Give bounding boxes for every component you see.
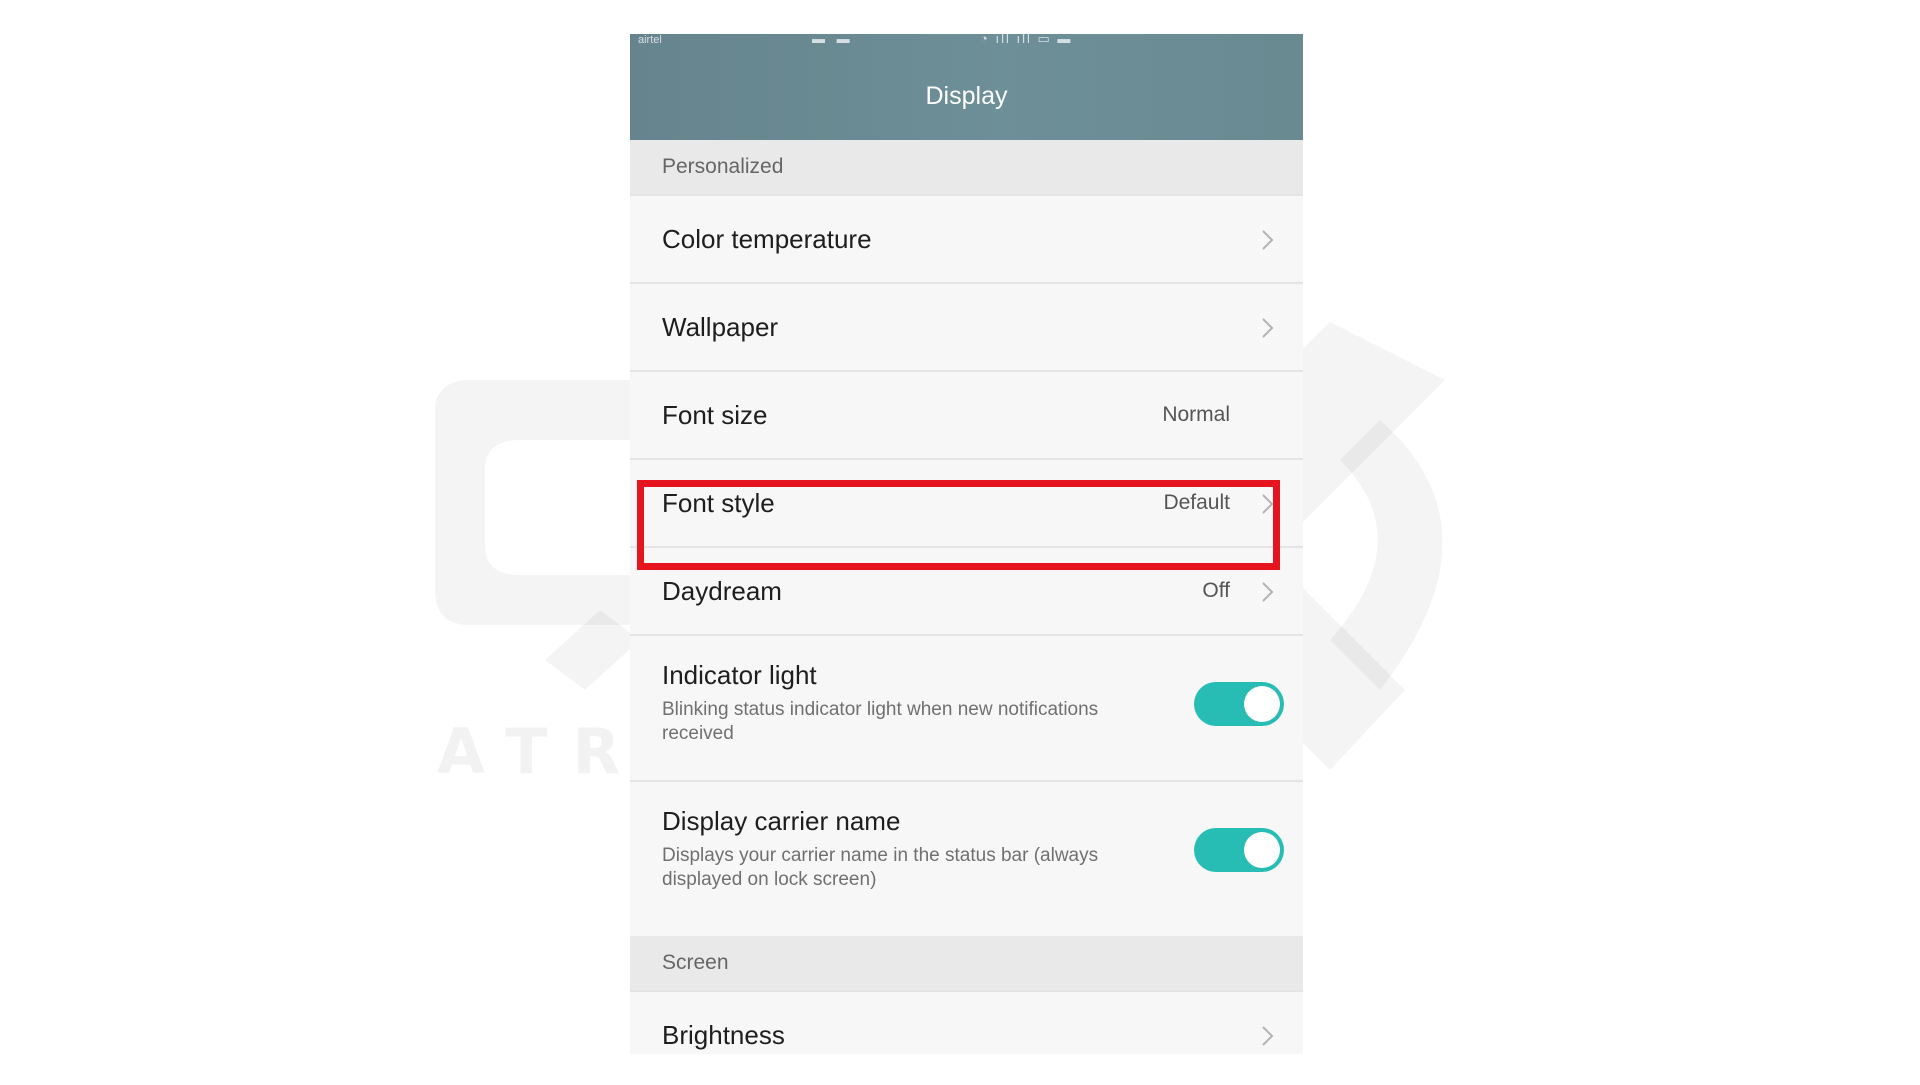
settings-row-display-carrier-name: Display carrier name Displays your carri… — [630, 780, 1303, 926]
toggle-knob — [1244, 832, 1280, 868]
section-header-screen: Screen — [630, 936, 1303, 990]
settings-row-wallpaper[interactable]: Wallpaper — [630, 282, 1303, 370]
row-label: Brightness — [662, 1020, 785, 1050]
settings-row-font-style[interactable]: Font style Default — [630, 458, 1303, 546]
row-value: Off — [1202, 579, 1230, 602]
row-value: Normal — [1162, 403, 1230, 426]
row-label: Wallpaper — [662, 312, 779, 342]
settings-row-indicator-light: Indicator light Blinking status indicato… — [630, 634, 1303, 780]
section-label: Screen — [662, 951, 729, 974]
notification-icons: ▬ ▬ — [812, 34, 854, 46]
settings-screen: airtel ▬ ▬ ◔ ıll ıll ▭ ▬ Display Persona… — [630, 34, 1303, 1054]
section-label: Personalized — [662, 155, 784, 178]
signal-battery-icons: ◔ ıll ıll ▭ ▬ — [980, 34, 1073, 46]
page-title: Display — [925, 82, 1008, 110]
settings-row-font-size[interactable]: Font size Normal — [630, 370, 1303, 458]
settings-row-color-temperature[interactable]: Color temperature — [630, 194, 1303, 282]
row-label: Color temperature — [662, 224, 872, 254]
chevron-right-icon — [1262, 318, 1274, 338]
display-carrier-name-toggle[interactable] — [1194, 828, 1284, 872]
carrier-label: airtel — [638, 34, 662, 46]
row-label: Display carrier name — [662, 806, 901, 836]
row-value: Default — [1163, 491, 1230, 514]
chevron-right-icon — [1262, 230, 1274, 250]
chevron-right-icon — [1262, 582, 1274, 602]
indicator-light-toggle[interactable] — [1194, 682, 1284, 726]
row-description: Blinking status indicator light when new… — [662, 699, 1099, 744]
row-label: Indicator light — [662, 660, 817, 690]
toggle-knob — [1244, 686, 1280, 722]
settings-row-daydream[interactable]: Daydream Off — [630, 546, 1303, 634]
row-label: Daydream — [662, 576, 782, 606]
chevron-right-icon — [1262, 494, 1274, 514]
row-description: Displays your carrier name in the status… — [662, 845, 1099, 890]
row-label: Font style — [662, 488, 775, 518]
row-label: Font size — [662, 400, 768, 430]
section-header-personalized: Personalized — [630, 140, 1303, 194]
app-header: airtel ▬ ▬ ◔ ıll ıll ▭ ▬ Display — [630, 34, 1303, 140]
settings-row-brightness[interactable]: Brightness — [630, 990, 1303, 1054]
chevron-right-icon — [1262, 1026, 1274, 1046]
status-bar: airtel ▬ ▬ ◔ ıll ıll ▭ ▬ — [630, 34, 1303, 48]
